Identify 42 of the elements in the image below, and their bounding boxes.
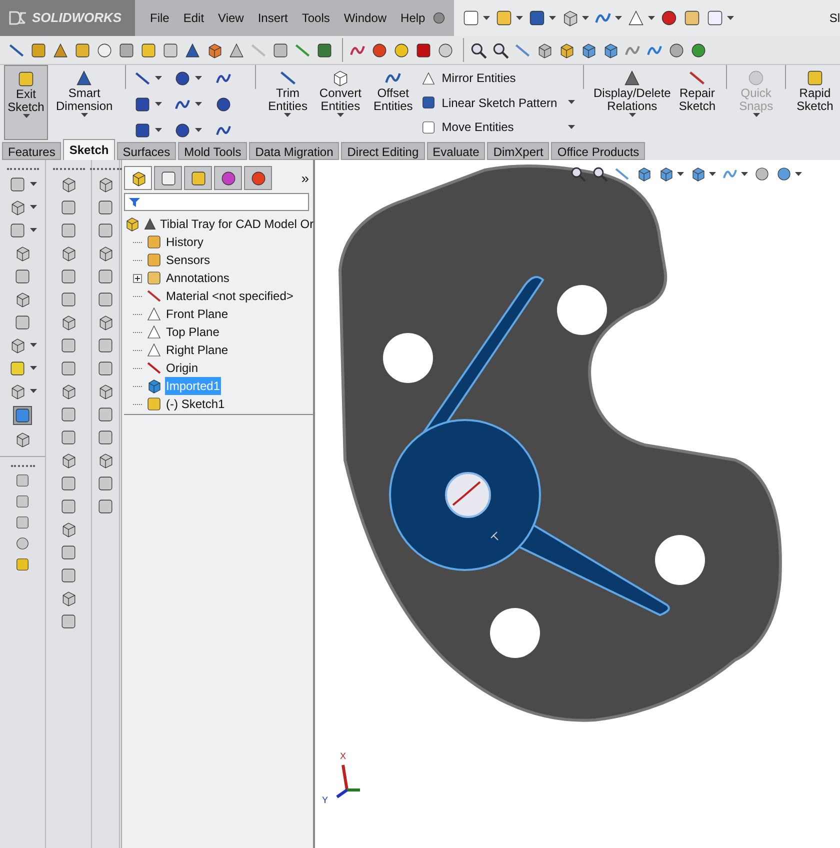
command-button[interactable]: Exit Sketch [4,65,48,140]
tree-item[interactable]: Origin [165,359,200,377]
menu-item[interactable]: Help [394,9,432,27]
tab[interactable]: Surfaces [116,142,176,160]
command-button[interactable]: Repair Sketch [676,65,718,140]
tree-item[interactable]: Front Plane [165,305,230,323]
tab[interactable]: Features [2,142,62,160]
axis-label: Y [322,794,328,807]
menu-item[interactable]: View [211,9,251,27]
tree-item[interactable]: Annotations [165,269,230,287]
tab[interactable]: Mold Tools [178,142,248,160]
tree-item[interactable]: History [165,233,204,251]
tree-item[interactable]: Material <not specified> [165,287,294,305]
command-button[interactable]: Trim Entities [264,65,312,140]
window-title: Sl [829,10,840,27]
app-logo: SOLIDWORKS [32,9,122,28]
tree-item[interactable]: (-) Sketch1 [165,395,226,413]
tree-item[interactable]: Tibial Tray for CAD Model Or [160,215,314,233]
axis-label: X [340,750,346,763]
tree-item[interactable]: Sensors [165,251,212,269]
command-button[interactable]: Smart Dimension [52,65,117,140]
menu-item[interactable]: Insert [250,9,295,27]
tab[interactable]: Office Products [551,142,646,160]
tab[interactable]: Sketch [63,139,115,160]
tree-item[interactable]: Right Plane [165,341,230,359]
command-button[interactable]: Mirror Entities [420,69,516,87]
tab[interactable]: Data Migration [249,142,340,160]
tab[interactable]: DimXpert [487,142,550,160]
tab[interactable]: Direct Editing [341,142,425,160]
command-button[interactable]: Display/Delete Relations [592,65,672,140]
command-button[interactable]: Linear Sketch Pattern [420,94,558,112]
command-button[interactable]: Move Entities [420,118,514,136]
menu-item[interactable]: Tools [294,9,337,27]
command-button[interactable]: Convert Entities [315,65,366,140]
menu-item[interactable]: Window [336,9,394,27]
menu-item[interactable]: File [143,9,176,27]
tree-item[interactable]: Top Plane [165,323,220,341]
command-button[interactable]: Rapid Sketch [794,65,836,140]
more-tabs-button[interactable]: » [301,168,309,188]
command-button[interactable]: Offset Entities [369,65,417,140]
tab[interactable]: Evaluate [426,142,486,160]
menu-item[interactable]: Edit [176,9,212,27]
